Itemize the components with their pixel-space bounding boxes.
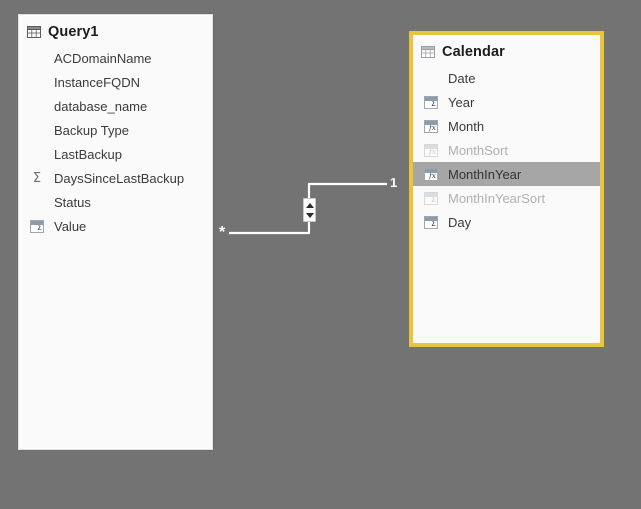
cardinality-label-many: *: [219, 224, 226, 241]
calculated-column-icon: fx: [423, 119, 439, 133]
no-icon: [29, 147, 45, 161]
model-diagram-canvas[interactable]: Query1 ACDomainName InstanceFQDN databas…: [0, 0, 641, 509]
summarized-column-icon: Σ: [423, 191, 439, 205]
summarized-column-icon: Σ: [423, 215, 439, 229]
field-label: Status: [54, 194, 91, 210]
field-list-query1: ACDomainName InstanceFQDN database_name …: [19, 44, 212, 238]
field-row[interactable]: Σ DaysSinceLastBackup: [19, 166, 212, 190]
field-label: Backup Type: [54, 122, 129, 138]
field-row[interactable]: Σ Value: [19, 214, 212, 238]
table-title-query1: Query1: [48, 24, 99, 40]
field-row[interactable]: ACDomainName: [19, 46, 212, 70]
field-label: Year: [448, 94, 475, 110]
field-list-calendar: Date Σ Year fx Month fx MonthSort fx Mon…: [413, 64, 600, 234]
summarized-column-icon: Σ: [29, 219, 45, 233]
sigma-icon: Σ: [32, 170, 42, 186]
no-icon: [29, 51, 45, 65]
table-header-calendar[interactable]: Calendar: [413, 35, 600, 64]
field-row[interactable]: Σ Year: [413, 90, 600, 114]
table-grid-icon: [421, 46, 435, 58]
calculated-column-icon: fx: [423, 143, 439, 157]
field-label: ACDomainName: [54, 50, 152, 66]
field-label: Day: [448, 214, 472, 230]
field-label: InstanceFQDN: [54, 74, 140, 90]
no-icon: [29, 75, 45, 89]
field-row[interactable]: Σ MonthInYearSort: [413, 186, 600, 210]
field-row[interactable]: database_name: [19, 94, 212, 118]
arrow-up-icon: [305, 202, 314, 208]
field-label: LastBackup: [54, 146, 122, 162]
field-row[interactable]: Backup Type: [19, 118, 212, 142]
field-row[interactable]: fx Month: [413, 114, 600, 138]
field-row[interactable]: Σ Day: [413, 210, 600, 234]
table-title-calendar: Calendar: [442, 44, 505, 60]
calculated-column-icon: fx: [423, 167, 439, 181]
table-grid-icon: [27, 26, 41, 38]
field-label: Value: [54, 218, 87, 234]
arrow-down-icon: [305, 212, 314, 218]
field-label: MonthInYearSort: [448, 190, 546, 206]
field-label: DaysSinceLastBackup: [54, 170, 185, 186]
no-icon: [29, 99, 45, 113]
cardinality-label-one: 1: [390, 175, 398, 190]
field-row[interactable]: InstanceFQDN: [19, 70, 212, 94]
field-label: Month: [448, 118, 485, 134]
field-label: MonthSort: [448, 142, 508, 158]
field-label: Date: [448, 70, 476, 86]
field-label: MonthInYear: [448, 166, 522, 182]
table-header-query1[interactable]: Query1: [19, 15, 212, 44]
field-row[interactable]: Date: [413, 66, 600, 90]
table-card-calendar[interactable]: Calendar Date Σ Year fx Month fx MonthSo…: [409, 31, 604, 347]
no-icon: [29, 195, 45, 209]
field-label: database_name: [54, 98, 148, 114]
field-row[interactable]: fx MonthSort: [413, 138, 600, 162]
field-row[interactable]: Status: [19, 190, 212, 214]
crossfilter-both-directions-icon[interactable]: [303, 198, 316, 222]
no-icon: [29, 123, 45, 137]
field-row[interactable]: LastBackup: [19, 142, 212, 166]
no-icon: [423, 71, 439, 85]
summarized-column-icon: Σ: [423, 95, 439, 109]
field-row-selected[interactable]: fx MonthInYear: [413, 162, 600, 186]
table-card-query1[interactable]: Query1 ACDomainName InstanceFQDN databas…: [18, 14, 213, 450]
